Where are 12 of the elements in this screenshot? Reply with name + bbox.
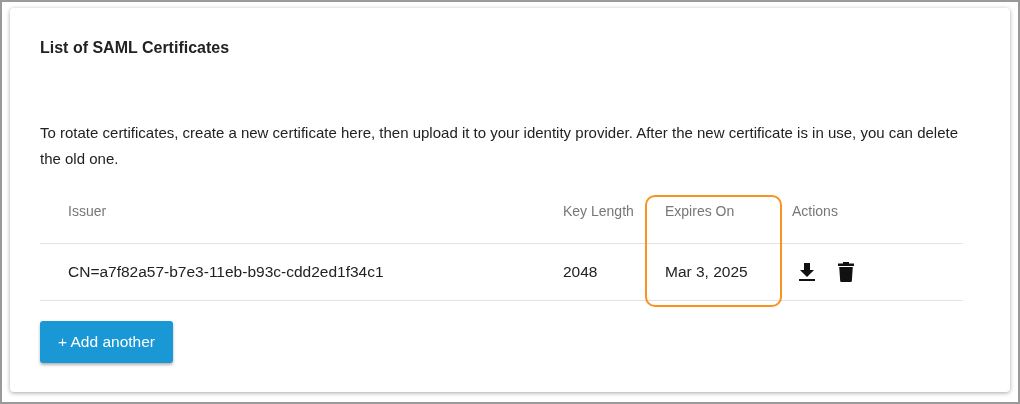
table-cell: Mar 3, 2025 [645, 244, 782, 301]
add-another-button[interactable]: + Add another [40, 321, 173, 363]
trash-icon[interactable] [838, 262, 854, 282]
column-header: Actions [782, 190, 963, 244]
column-header: Key Length [563, 190, 645, 244]
column-header: Issuer [40, 190, 563, 244]
table-cell: 2048 [563, 244, 645, 301]
table-cell: CN=a7f82a57-b7e3-11eb-b93c-cdd2ed1f34c1 [40, 244, 563, 301]
description-text: To rotate certificates, create a new certificate here, then upload it to your identity provider. After the new certificate is in use, you can delete the old one. [40, 123, 959, 169]
column-header: Expires On [645, 190, 782, 244]
download-icon[interactable] [798, 262, 816, 282]
card-title: List of SAML Certificates [40, 38, 231, 58]
